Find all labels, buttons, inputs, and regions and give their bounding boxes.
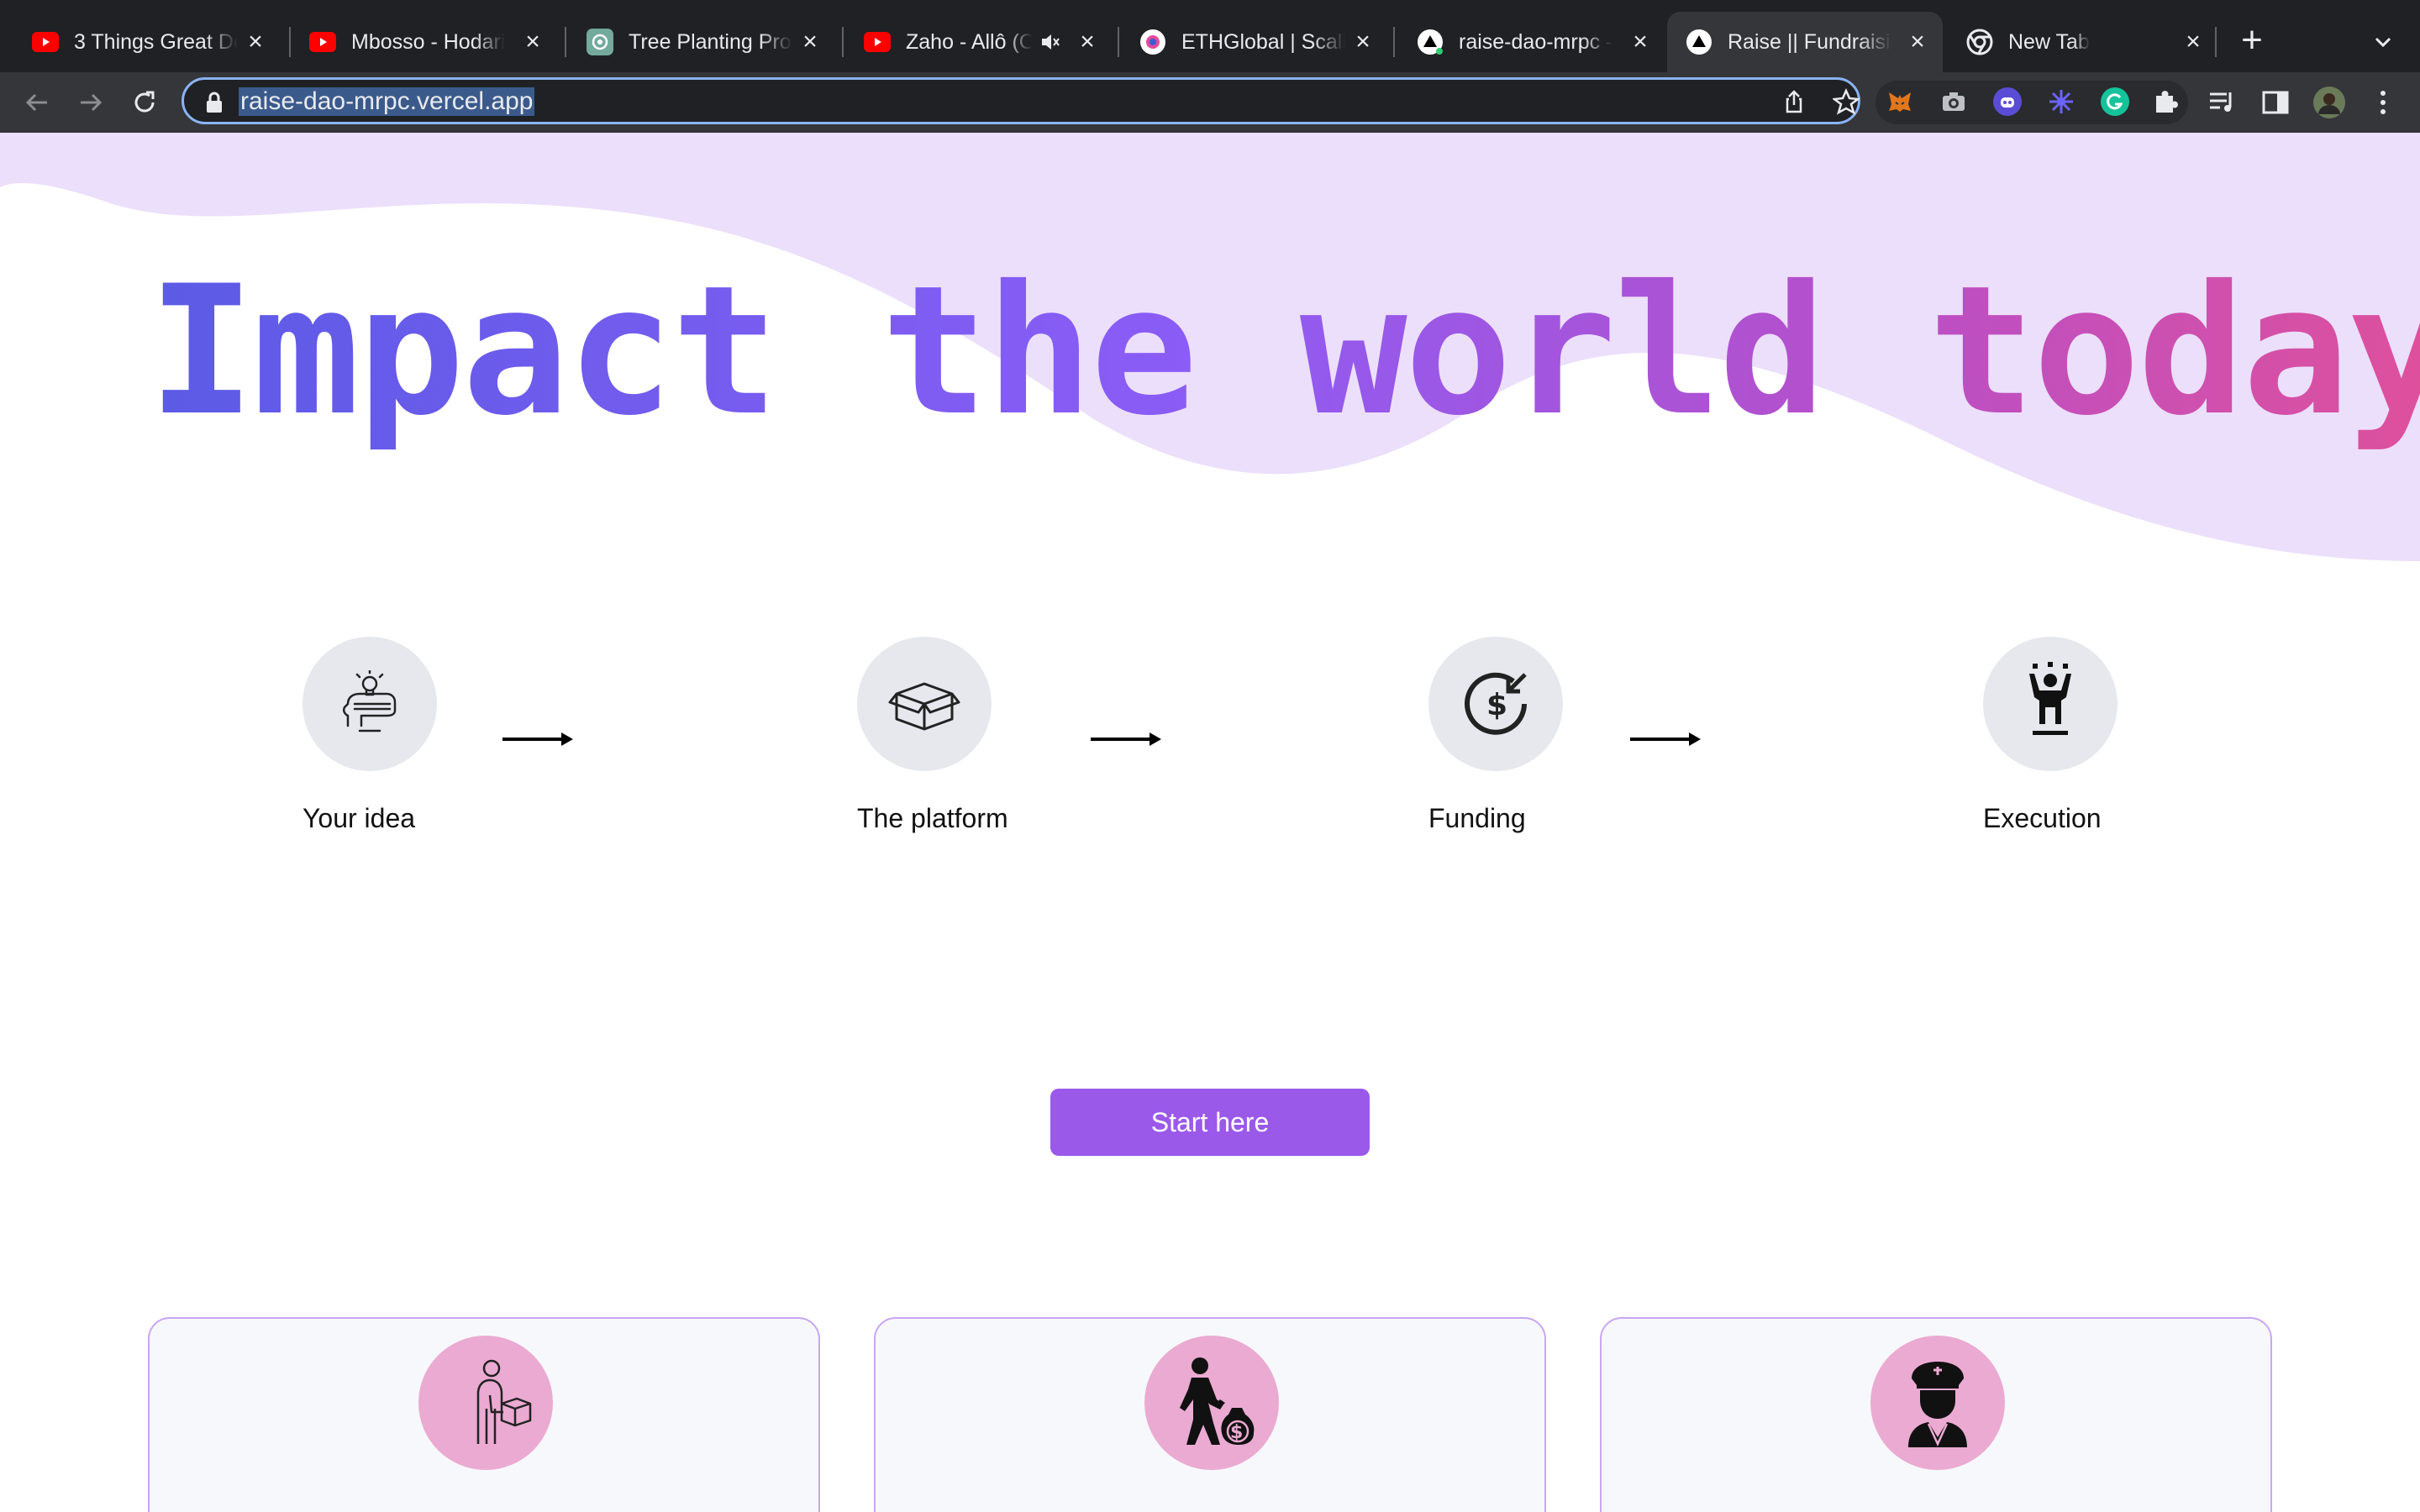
camera-icon[interactable] (1939, 87, 1968, 116)
tab-title: Mbosso - Hodari (351, 29, 506, 54)
step-label: The platform (857, 803, 1008, 833)
feature-card (1600, 1317, 2272, 1512)
tab-title: New Tab (2008, 29, 2090, 54)
close-icon[interactable]: × (1627, 29, 1654, 55)
tab-title: ETHGlobal | Scalin (1181, 29, 1345, 54)
tab-chatgpt[interactable]: Tree Planting Prop × (568, 12, 835, 72)
tab-youtube-2[interactable]: Mbosso - Hodari × (291, 12, 558, 72)
tab-title: Tree Planting Prop (629, 29, 792, 54)
idea-head-icon (342, 670, 397, 732)
dollar-refund-icon: $ (1465, 672, 1527, 735)
tab-title: Zaho - Allô (C (906, 29, 1032, 54)
tab-ethglobal[interactable]: ETHGlobal | Scalin × (1121, 12, 1388, 72)
chrome-icon (1966, 29, 1993, 55)
arrow-right-icon (1091, 732, 1161, 746)
card-icon-circle: $ (1144, 1336, 1279, 1470)
youtube-icon (309, 29, 336, 55)
sparkle-extension-icon[interactable] (2047, 87, 2075, 116)
share-icon[interactable] (1781, 88, 1807, 115)
tab-title: 3 Things Great De (74, 29, 238, 54)
forward-arrow-icon[interactable] (74, 86, 108, 119)
tab-divider (565, 27, 566, 57)
robot-extension-icon[interactable] (1993, 87, 2022, 116)
step-label: Your idea (302, 803, 416, 833)
lock-icon[interactable] (204, 92, 224, 113)
card-icon-circle (1870, 1336, 2005, 1470)
browser-toolbar: raise-dao-mrpc.vercel.app (0, 72, 2420, 133)
bookmark-star-icon[interactable] (1831, 87, 1861, 115)
extensions-area (1876, 81, 2188, 124)
media-queue-icon[interactable] (2205, 86, 2238, 119)
tab-divider (1118, 27, 1119, 57)
step-label: Funding (1428, 803, 1526, 833)
openai-icon (587, 29, 613, 55)
close-icon[interactable]: × (1904, 29, 1931, 55)
tab-vercel-deploy[interactable]: raise-dao-mrpc - × (1398, 12, 1665, 72)
step-label: Execution (1983, 803, 2102, 833)
tab-youtube-1[interactable]: 3 Things Great De × (13, 12, 281, 72)
arrow-right-icon (502, 732, 573, 746)
browser-tab-bar: 3 Things Great De × Mbosso - Hodari × Tr… (0, 0, 2420, 72)
feature-card: $ (874, 1317, 1546, 1512)
start-here-button[interactable]: Start here (1050, 1089, 1370, 1156)
more-menu-icon[interactable] (2366, 86, 2400, 119)
step-funding: $ Funding (1428, 637, 1647, 834)
arrow-right-icon (1630, 732, 1701, 746)
step-the-platform: The platform (857, 637, 1076, 834)
step-your-idea: Your idea (302, 637, 521, 834)
grammarly-icon[interactable] (2101, 87, 2129, 116)
ethglobal-icon (1139, 29, 1166, 55)
youtube-icon (32, 29, 59, 55)
close-icon[interactable]: × (519, 29, 546, 55)
back-arrow-icon[interactable] (20, 86, 54, 119)
open-box-icon (888, 682, 960, 731)
profile-avatar-icon[interactable] (2312, 86, 2346, 119)
speaker-muted-icon[interactable] (1039, 30, 1062, 54)
svg-text:$: $ (1486, 688, 1507, 722)
tab-divider (1393, 27, 1395, 57)
person-carrying-box-icon (476, 1359, 532, 1444)
close-icon[interactable]: × (1074, 29, 1101, 55)
feature-card (148, 1317, 820, 1512)
side-panel-icon[interactable] (2259, 86, 2292, 119)
step-icon-circle: $ (1428, 637, 1563, 771)
close-icon[interactable]: × (242, 29, 269, 55)
close-icon[interactable]: × (1349, 29, 1376, 55)
chevron-down-icon[interactable] (2366, 25, 2400, 59)
step-icon-circle (302, 637, 437, 771)
tab-divider (2215, 27, 2217, 57)
tab-new-tab[interactable]: New Tab × (1948, 12, 2218, 72)
step-execution: Execution (1983, 637, 2202, 834)
tab-title: raise-dao-mrpc - (1459, 29, 1613, 54)
tab-raise-active[interactable]: Raise || Fundraisin × (1667, 12, 1943, 72)
tab-title: Raise || Fundraisin (1728, 29, 1891, 54)
youtube-icon (864, 29, 891, 55)
url-text[interactable]: raise-dao-mrpc.vercel.app (239, 87, 535, 116)
step-icon-circle (1983, 637, 2118, 771)
step-icon-circle (857, 637, 992, 771)
hero-title: Impact the world today (148, 242, 2420, 460)
reload-icon[interactable] (128, 86, 161, 119)
puzzle-extensions-icon[interactable] (2151, 87, 2180, 116)
close-icon[interactable]: × (797, 29, 823, 55)
celebrating-person-icon (2029, 662, 2071, 735)
vercel-icon (1686, 29, 1712, 55)
captain-icon (1908, 1362, 1967, 1447)
metamask-icon[interactable] (1886, 87, 1914, 116)
web-page: Impact the world today Your idea The pla… (0, 133, 2420, 1512)
address-bar[interactable]: raise-dao-mrpc.vercel.app (182, 77, 1861, 124)
tab-divider (842, 27, 844, 57)
tab-youtube-3[interactable]: Zaho - Allô (C × (845, 12, 1113, 72)
card-icon-circle (418, 1336, 553, 1470)
vercel-icon (1417, 29, 1444, 55)
close-icon[interactable]: × (2180, 29, 2207, 55)
person-with-money-bag-icon: $ (1180, 1357, 1255, 1445)
new-tab-button[interactable]: + (2235, 22, 2269, 59)
